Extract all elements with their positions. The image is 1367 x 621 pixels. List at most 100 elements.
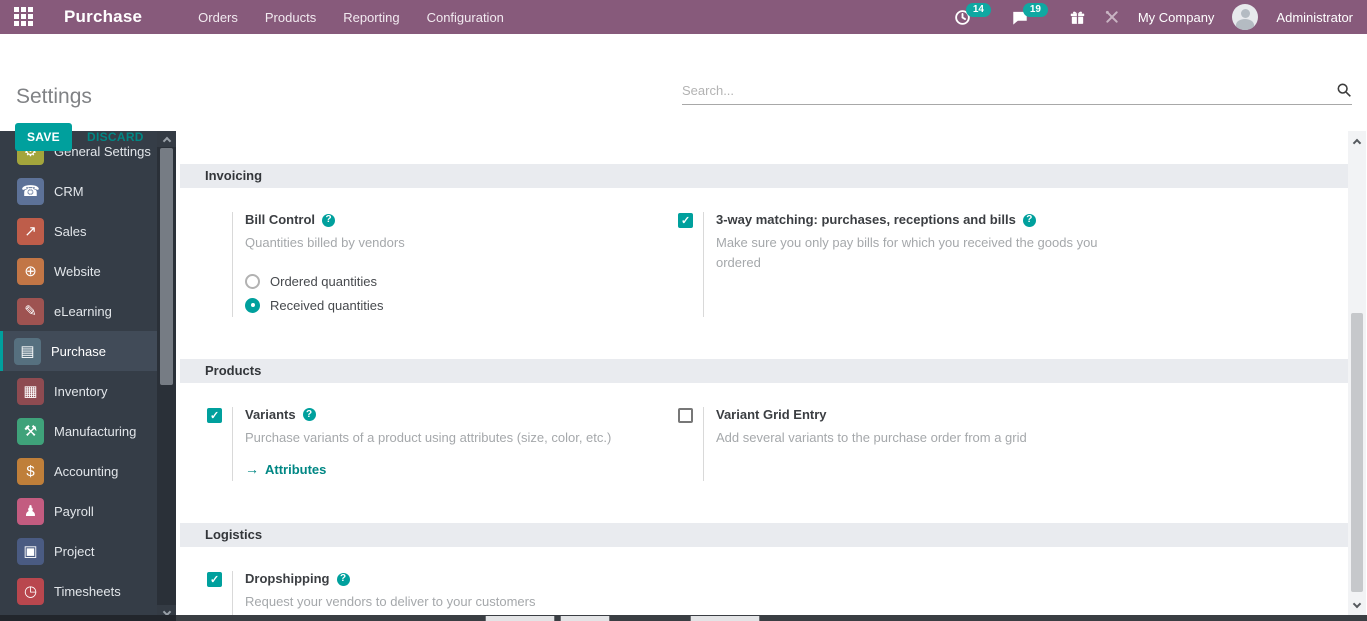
- save-button[interactable]: SAVE: [15, 123, 72, 151]
- wrench-icon: ⚒: [17, 418, 44, 445]
- search-icon[interactable]: [1336, 82, 1352, 98]
- gift-button[interactable]: [1069, 9, 1086, 26]
- sidebar-item-label: Purchase: [51, 344, 106, 359]
- menu-configuration[interactable]: Configuration: [427, 10, 504, 25]
- help-icon[interactable]: [322, 214, 335, 227]
- main-scrollbar-thumb[interactable]: [1351, 313, 1363, 592]
- sidebar-item-elearning[interactable]: ✎ eLearning: [0, 291, 157, 331]
- sidebar-item-payroll[interactable]: ♟ Payroll: [0, 491, 157, 531]
- taskbar-dark-segment: [0, 615, 176, 621]
- scroll-up-arrow[interactable]: [157, 131, 176, 147]
- chart-up-icon: ↗: [17, 218, 44, 245]
- setting-description: Purchase variants of a product using att…: [245, 428, 660, 448]
- variants-checkbox[interactable]: [207, 408, 222, 423]
- setting-variants: Variants Purchase variants of a product …: [207, 407, 660, 482]
- sidebar-item-accounting[interactable]: $ Accounting: [0, 451, 157, 491]
- radio-received-quantities[interactable]: Received quantities: [245, 298, 660, 313]
- sidebar-item-purchase[interactable]: ▤ Purchase: [0, 331, 157, 371]
- sidebar-item-label: Accounting: [54, 464, 118, 479]
- search-input[interactable]: [682, 83, 1336, 98]
- activity-count-badge: 14: [966, 3, 991, 17]
- sidebar-item-project[interactable]: ▣ Project: [0, 531, 157, 571]
- arrow-right-icon: [245, 461, 259, 477]
- setting-variant-grid-entry: Variant Grid Entry Add several variants …: [678, 407, 1131, 482]
- handshake-icon: ☎: [17, 178, 44, 205]
- sidebar-item-sales[interactable]: ↗ Sales: [0, 211, 157, 251]
- help-icon[interactable]: [303, 408, 316, 421]
- user-menu[interactable]: Administrator: [1276, 10, 1353, 25]
- help-icon[interactable]: [1023, 214, 1036, 227]
- discard-button[interactable]: DISCARD: [87, 130, 144, 144]
- bill-control-radio-group: Ordered quantities Received quantities: [245, 274, 660, 313]
- radio-ordered-quantities[interactable]: Ordered quantities: [245, 274, 660, 289]
- section-header-logistics: Logistics: [180, 523, 1348, 547]
- apps-menu-icon[interactable]: [14, 7, 34, 27]
- setting-label: 3-way matching: purchases, receptions an…: [716, 212, 1016, 228]
- link-label: Attributes: [265, 462, 326, 477]
- sidebar-item-label: Sales: [54, 224, 87, 239]
- sidebar-item-website[interactable]: ⊕ Website: [0, 251, 157, 291]
- help-icon[interactable]: [337, 573, 350, 586]
- sidebar-scrollbar-thumb[interactable]: [160, 148, 173, 385]
- variant-grid-entry-checkbox[interactable]: [678, 408, 693, 423]
- taskbar-window-button[interactable]: [560, 616, 610, 621]
- user-avatar[interactable]: [1232, 4, 1258, 30]
- stopwatch-icon: ◷: [17, 578, 44, 605]
- radio-label: Received quantities: [270, 298, 383, 313]
- attributes-link[interactable]: Attributes: [245, 461, 660, 477]
- sidebar-item-label: CRM: [54, 184, 84, 199]
- taskbar-window-button[interactable]: [485, 616, 555, 621]
- section-header-invoicing: Invoicing: [180, 164, 1348, 188]
- sidebar-item-manufacturing[interactable]: ⚒ Manufacturing: [0, 411, 157, 451]
- radio-label: Ordered quantities: [270, 274, 377, 289]
- support-tools-icon[interactable]: [1104, 9, 1120, 25]
- setting-bill-control: Bill Control Quantities billed by vendor…: [207, 212, 660, 317]
- box-icon: ▦: [17, 378, 44, 405]
- scroll-down-arrow[interactable]: [1348, 597, 1366, 613]
- app-title[interactable]: Purchase: [64, 7, 142, 27]
- setting-description: Add several variants to the purchase ord…: [716, 428, 1131, 448]
- setting-3way-matching: 3-way matching: purchases, receptions an…: [678, 212, 1131, 317]
- topbar-systray: 14 19 My Company Administrator: [954, 4, 1367, 30]
- sidebar-item-inventory[interactable]: ▦ Inventory: [0, 371, 157, 411]
- top-navbar: Purchase Orders Products Reporting Confi…: [0, 0, 1367, 34]
- sidebar-item-label: Payroll: [54, 504, 94, 519]
- sidebar-item-label: Inventory: [54, 384, 107, 399]
- sidebar-item-label: Website: [54, 264, 101, 279]
- sidebar-item-crm[interactable]: ☎ CRM: [0, 171, 157, 211]
- radio-button[interactable]: [245, 274, 260, 289]
- setting-label: Variants: [245, 407, 296, 423]
- menu-reporting[interactable]: Reporting: [343, 10, 399, 25]
- messages-button[interactable]: 19: [1011, 9, 1051, 26]
- 3way-matching-checkbox[interactable]: [678, 213, 693, 228]
- sidebar-scrollbar[interactable]: [157, 131, 176, 621]
- scroll-up-arrow[interactable]: [1348, 133, 1366, 149]
- setting-label: Bill Control: [245, 212, 315, 228]
- main-scrollbar[interactable]: [1348, 131, 1366, 621]
- employee-icon: ♟: [17, 498, 44, 525]
- credit-card-icon: ▤: [14, 338, 41, 365]
- globe-icon: ⊕: [17, 258, 44, 285]
- sidebar-item-label: Manufacturing: [54, 424, 136, 439]
- setting-label: Variant Grid Entry: [716, 407, 827, 423]
- tasks-icon: ▣: [17, 538, 44, 565]
- message-count-badge: 19: [1023, 3, 1048, 17]
- setting-description: Make sure you only pay bills for which y…: [716, 233, 1131, 272]
- dropshipping-checkbox[interactable]: [207, 572, 222, 587]
- sidebar-item-label: eLearning: [54, 304, 112, 319]
- settings-sidebar: ⚙ General Settings ☎ CRM ↗ Sales ⊕ Websi…: [0, 131, 157, 621]
- taskbar-strip: [0, 615, 1367, 621]
- menu-orders[interactable]: Orders: [198, 10, 238, 25]
- taskbar-window-button[interactable]: [690, 616, 760, 621]
- setting-label: Dropshipping: [245, 571, 330, 587]
- sidebar-item-timesheets[interactable]: ◷ Timesheets: [0, 571, 157, 611]
- menu-products[interactable]: Products: [265, 10, 316, 25]
- settings-content: Invoicing Bill Control Quantities billed…: [176, 131, 1348, 621]
- sidebar-item-label: Project: [54, 544, 94, 559]
- radio-button[interactable]: [245, 298, 260, 313]
- invoice-dollar-icon: $: [17, 458, 44, 485]
- activities-button[interactable]: 14: [954, 9, 993, 26]
- search-bar: [682, 82, 1352, 105]
- sidebar-item-label: Timesheets: [54, 584, 121, 599]
- company-switcher[interactable]: My Company: [1138, 10, 1215, 25]
